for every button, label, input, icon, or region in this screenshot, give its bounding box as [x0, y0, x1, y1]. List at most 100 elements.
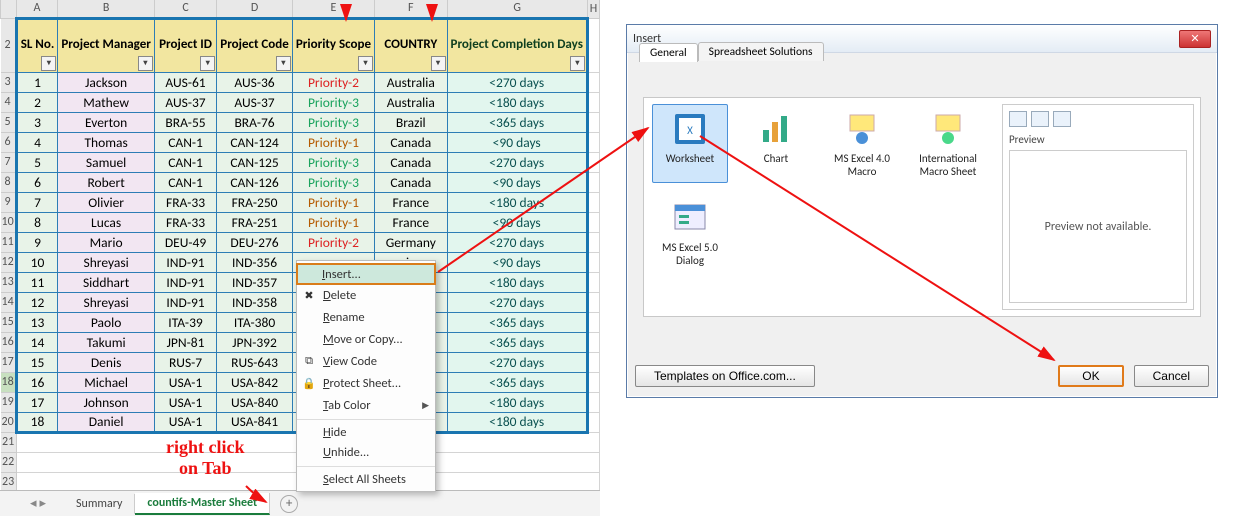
- cell-country[interactable]: Germany: [375, 232, 447, 252]
- template-intl-macro[interactable]: International Macro Sheet: [910, 104, 986, 183]
- tab-summary[interactable]: Summary: [64, 494, 135, 514]
- row-header[interactable]: 20: [1, 412, 17, 432]
- cell-manager[interactable]: Takumi: [58, 332, 154, 352]
- cancel-button[interactable]: Cancel: [1134, 365, 1209, 387]
- cell-slno[interactable]: 12: [16, 292, 58, 312]
- cell[interactable]: [587, 412, 599, 432]
- cell-pid[interactable]: DEU-49: [154, 232, 216, 252]
- cell-pid[interactable]: RUS-7: [154, 352, 216, 372]
- dialog-tab-solutions[interactable]: Spreadsheet Solutions: [698, 42, 824, 61]
- header-country[interactable]: COUNTRY▾: [375, 18, 447, 72]
- cell-pid[interactable]: FRA-33: [154, 192, 216, 212]
- cell-slno[interactable]: 9: [16, 232, 58, 252]
- cell-country[interactable]: Canada: [375, 172, 447, 192]
- cell-country[interactable]: France: [375, 212, 447, 232]
- row-header[interactable]: 9: [1, 192, 17, 212]
- cell-completion[interactable]: <180 days: [447, 412, 587, 432]
- cell-slno[interactable]: 14: [16, 332, 58, 352]
- cell-pid[interactable]: AUS-61: [154, 72, 216, 92]
- cell-completion[interactable]: <180 days: [447, 392, 587, 412]
- cell-country[interactable]: Australia: [375, 72, 447, 92]
- row-header[interactable]: 13: [1, 272, 17, 292]
- cell[interactable]: [587, 192, 599, 212]
- cell[interactable]: [587, 272, 599, 292]
- cell-pid[interactable]: USA-1: [154, 372, 216, 392]
- cell-completion[interactable]: <270 days: [447, 292, 587, 312]
- cell-country[interactable]: Australia: [375, 92, 447, 112]
- header-manager[interactable]: Project Manager▾: [58, 18, 154, 72]
- row-header[interactable]: 17: [1, 352, 17, 372]
- cell-slno[interactable]: 10: [16, 252, 58, 272]
- view-large-icons[interactable]: [1009, 111, 1027, 127]
- filter-icon[interactable]: ▾: [358, 56, 373, 71]
- cell-code[interactable]: RUS-643: [217, 352, 293, 372]
- cell-code[interactable]: AUS-36: [217, 72, 293, 92]
- col-header-G[interactable]: G: [447, 0, 587, 18]
- cell[interactable]: [587, 352, 599, 372]
- cell[interactable]: [587, 92, 599, 112]
- cell-manager[interactable]: Samuel: [58, 152, 154, 172]
- menu-hide[interactable]: Hide: [297, 419, 435, 441]
- menu-unhide[interactable]: Unhide...: [297, 441, 435, 463]
- cell-country[interactable]: Canada: [375, 132, 447, 152]
- col-header-H[interactable]: H: [587, 0, 599, 18]
- row-header[interactable]: 6: [1, 132, 17, 152]
- col-header-A[interactable]: A: [16, 0, 58, 18]
- cell-completion[interactable]: <180 days: [447, 192, 587, 212]
- cell-manager[interactable]: Michael: [58, 372, 154, 392]
- cell-manager[interactable]: Olivier: [58, 192, 154, 212]
- cell-scope[interactable]: Priority-2: [292, 232, 374, 252]
- cell-manager[interactable]: Johnson: [58, 392, 154, 412]
- cell-country[interactable]: France: [375, 192, 447, 212]
- cell-scope[interactable]: Priority-3: [292, 172, 374, 192]
- cell-completion[interactable]: <180 days: [447, 272, 587, 292]
- cell-pid[interactable]: USA-1: [154, 412, 216, 432]
- cell-slno[interactable]: 3: [16, 112, 58, 132]
- cell-slno[interactable]: 17: [16, 392, 58, 412]
- cell-slno[interactable]: 6: [16, 172, 58, 192]
- cell-code[interactable]: IND-357: [217, 272, 293, 292]
- cell-completion[interactable]: <365 days: [447, 312, 587, 332]
- cell-completion[interactable]: <365 days: [447, 372, 587, 392]
- cell-pid[interactable]: IND-91: [154, 252, 216, 272]
- cell-pid[interactable]: BRA-55: [154, 112, 216, 132]
- cell-completion[interactable]: <365 days: [447, 112, 587, 132]
- filter-icon[interactable]: ▾: [431, 56, 446, 71]
- menu-protect-sheet[interactable]: 🔒Protect Sheet...: [297, 372, 435, 394]
- row-header[interactable]: 4: [1, 92, 17, 112]
- cell-completion[interactable]: <90 days: [447, 212, 587, 232]
- cell-manager[interactable]: Daniel: [58, 412, 154, 432]
- filter-icon[interactable]: ▾: [200, 56, 215, 71]
- row-header[interactable]: 7: [1, 152, 17, 172]
- cell-code[interactable]: CAN-126: [217, 172, 293, 192]
- menu-tab-color[interactable]: Tab Color▶: [297, 394, 435, 416]
- cell-slno[interactable]: 16: [16, 372, 58, 392]
- cell[interactable]: [587, 392, 599, 412]
- cell-scope[interactable]: Priority-1: [292, 132, 374, 152]
- cell-manager[interactable]: Thomas: [58, 132, 154, 152]
- cell-code[interactable]: USA-841: [217, 412, 293, 432]
- cell-slno[interactable]: 18: [16, 412, 58, 432]
- row-header[interactable]: 21: [1, 432, 17, 452]
- tab-master[interactable]: countifs-Master Sheet: [135, 493, 270, 515]
- menu-insert[interactable]: Insert...: [296, 263, 436, 285]
- cell-code[interactable]: DEU-276: [217, 232, 293, 252]
- cell[interactable]: [587, 18, 599, 72]
- view-mode-buttons[interactable]: [1009, 111, 1187, 127]
- header-completion[interactable]: Project Completion Days▾: [447, 18, 587, 72]
- row-header[interactable]: 19: [1, 392, 17, 412]
- row-header[interactable]: 18: [1, 372, 17, 392]
- cell-code[interactable]: AUS-37: [217, 92, 293, 112]
- col-header-D[interactable]: D: [217, 0, 293, 18]
- cell-slno[interactable]: 11: [16, 272, 58, 292]
- cell-code[interactable]: ITA-380: [217, 312, 293, 332]
- cell-scope[interactable]: Priority-2: [292, 72, 374, 92]
- cell-pid[interactable]: IND-91: [154, 272, 216, 292]
- tab-nav-arrows[interactable]: ◂ ▸: [30, 496, 46, 511]
- filter-icon[interactable]: ▾: [570, 56, 585, 71]
- cell-manager[interactable]: Mario: [58, 232, 154, 252]
- cell-code[interactable]: IND-358: [217, 292, 293, 312]
- col-header-E[interactable]: E: [292, 0, 374, 18]
- header-code[interactable]: Project Code▾: [217, 18, 293, 72]
- cell-completion[interactable]: <270 days: [447, 152, 587, 172]
